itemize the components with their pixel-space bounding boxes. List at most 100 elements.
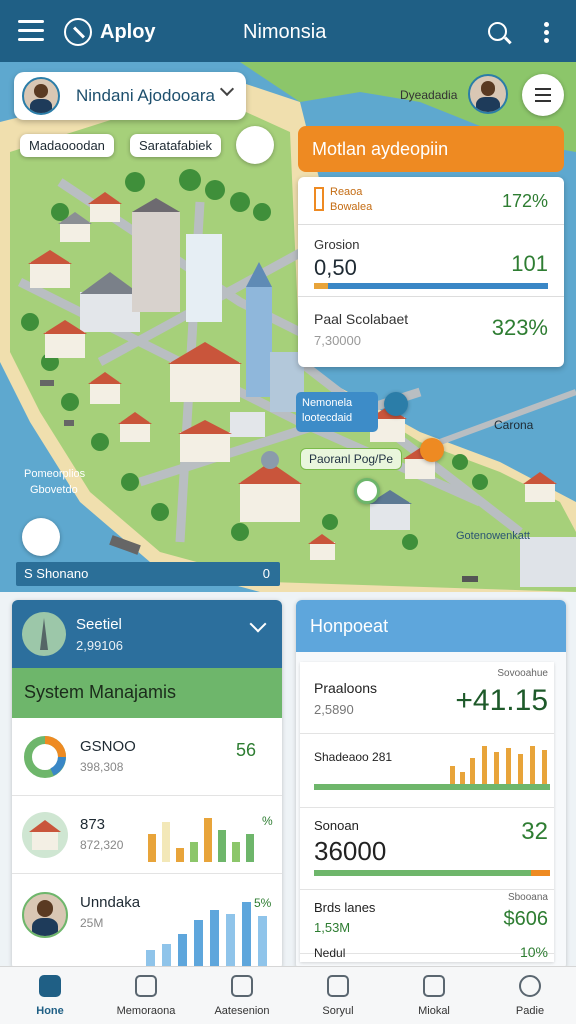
- summary-progress-bar: [314, 870, 550, 876]
- chat-icon: [327, 975, 349, 997]
- overview-header[interactable]: Motlan aydeopiin: [298, 126, 564, 172]
- pin-tag-line2: lootecdaid: [302, 412, 353, 425]
- stats-row: Grosion 0,50 101: [298, 225, 564, 297]
- summary-row-caption: Sbooana: [507, 892, 548, 903]
- nav-soryul[interactable]: Soryul: [290, 973, 386, 1023]
- mini-bar-chart: [148, 818, 254, 862]
- list-item[interactable]: Unndaka 25M 5%: [12, 874, 282, 970]
- tower-icon: [22, 612, 66, 656]
- mini-bar-chart: [450, 746, 547, 788]
- location-name: Nindani Ajodooara: [76, 86, 215, 105]
- pin-tag[interactable]: Nemonela lootecdaid: [296, 392, 378, 432]
- nav-home[interactable]: Hone: [2, 973, 98, 1023]
- search-icon[interactable]: [488, 22, 507, 41]
- top-app-bar: Aploy Nimonsia: [0, 0, 576, 62]
- more-options-icon[interactable]: [544, 22, 549, 46]
- map-label-left-sub: Gbovetdo: [30, 484, 78, 496]
- list-item-sub: 398,308: [80, 760, 124, 774]
- user-avatar[interactable]: [468, 74, 508, 114]
- chevron-down-icon: [219, 81, 235, 97]
- home-icon: [39, 975, 61, 997]
- summary-progress-bar: [314, 784, 550, 790]
- search-pin-icon[interactable]: [420, 438, 444, 462]
- summary-row-sub: 1,53M: [314, 920, 351, 935]
- location-selector[interactable]: Nindani Ajodooara: [14, 72, 246, 120]
- map-zoom-value: 0: [262, 566, 270, 581]
- nav-label: Hone: [36, 1005, 64, 1017]
- system-card-subtitle: 2,99106: [76, 638, 123, 653]
- map-label-bottom-right: Gotenowenkatt: [456, 530, 530, 542]
- system-card: Seetiel 2,99106 System Manajamis GSNOO 3…: [12, 600, 282, 970]
- location-pin-icon[interactable]: [354, 478, 380, 504]
- map-filter-tag[interactable]: Saratafabiek: [130, 134, 221, 157]
- map-label-right: Carona: [494, 418, 534, 432]
- list-item[interactable]: GSNOO 398,308 56: [12, 718, 282, 796]
- chevron-down-icon[interactable]: [249, 615, 267, 633]
- mini-bar-chart: [146, 902, 267, 966]
- profile-icon: [519, 975, 541, 997]
- summary-row[interactable]: Shadeaoo 281: [300, 734, 554, 808]
- app-logo-icon: [64, 18, 92, 46]
- system-section-title: System Manajamis: [12, 668, 282, 718]
- stats-progress-bar: [314, 283, 548, 289]
- bottom-navigation: Hone Memoraona Aatesenion Soryul Miokal …: [0, 966, 576, 1024]
- donut-chart-icon: [24, 736, 66, 778]
- layers-menu-icon[interactable]: [522, 74, 564, 116]
- system-card-title: Seetiel: [76, 616, 122, 633]
- summary-row-caption: Sovooahue: [497, 668, 548, 679]
- stats-row-label: Grosion: [314, 237, 360, 252]
- stats-header-value: 172%: [501, 191, 548, 211]
- map-filter-tag[interactable]: Madaooodan: [20, 134, 114, 157]
- nav-label: Padie: [515, 1005, 545, 1017]
- building-icon: [135, 975, 157, 997]
- summary-row-value: $606: [503, 908, 549, 930]
- summary-row-big: 36000: [314, 836, 387, 866]
- system-card-header[interactable]: Seetiel 2,99106: [12, 600, 282, 668]
- nav-label: Soryul: [322, 1005, 354, 1017]
- summary-row-label: Shadeaoo 281: [314, 750, 393, 764]
- stats-progress-fill: [314, 283, 329, 289]
- nav-label: Aatesenion: [214, 1005, 270, 1017]
- summary-card-title[interactable]: Honpoeat: [296, 600, 566, 652]
- summary-row-value: 10%: [519, 944, 548, 960]
- map-pin-icon[interactable]: [384, 392, 408, 416]
- location-avatar: [22, 77, 60, 115]
- bell-icon: [423, 975, 445, 997]
- menu-icon[interactable]: [18, 20, 44, 42]
- summary-row[interactable]: Nedul 10%: [300, 944, 554, 962]
- stats-row-value: 101: [511, 251, 548, 276]
- list-item-value: 56: [236, 740, 257, 760]
- place-tag[interactable]: Paoranl Pog/Pe: [300, 448, 403, 470]
- page-title: Nimonsia: [243, 21, 327, 43]
- summary-row-sub: 2,5890: [314, 702, 354, 717]
- compass-icon[interactable]: [236, 126, 274, 164]
- map-label-left: Pomeorplios: [24, 468, 86, 480]
- stats-panel: Reaoa Bowalea 172% Grosion 0,50 101 Paal…: [298, 177, 564, 367]
- user-avatar: [22, 892, 68, 938]
- stats-row-sub: 7,30000: [314, 333, 361, 348]
- stats-row-big: 0,50: [314, 255, 357, 280]
- city-map[interactable]: Nindani Ajodooara Madaooodan Saratafabie…: [0, 62, 576, 592]
- summary-row-label: Praaloons: [314, 680, 378, 696]
- summary-panel: Sovooahue Praaloons 2,5890 +41.15 Shadea…: [300, 662, 554, 962]
- nav-memoraona[interactable]: Memoraona: [98, 973, 194, 1023]
- summary-card: Honpoeat Sovooahue Praaloons 2,5890 +41.…: [296, 600, 566, 970]
- list-item-name: 873: [80, 816, 106, 833]
- list-item-value: 5%: [254, 896, 272, 910]
- stats-row-value: 323%: [491, 315, 548, 340]
- leaf-icon[interactable]: [22, 518, 60, 556]
- map-footer-bar: S Shonano 0: [16, 562, 280, 586]
- summary-row[interactable]: Sovooahue Praaloons 2,5890 +41.15: [300, 662, 554, 734]
- summary-row[interactable]: Sbooana Brds lanes 1,53M $606: [300, 890, 554, 954]
- stats-header-line1: Reaoa: [330, 186, 363, 198]
- list-item[interactable]: 873 872,320 %: [12, 796, 282, 874]
- app-name: Aploy: [100, 21, 156, 43]
- nav-miokal[interactable]: Miokal: [386, 973, 482, 1023]
- summary-row[interactable]: Sonoan 36000 32: [300, 808, 554, 890]
- nav-aatesenion[interactable]: Aatesenion: [194, 973, 290, 1023]
- list-item-value: %: [262, 814, 273, 828]
- nav-padie[interactable]: Padie: [482, 973, 576, 1023]
- stats-header-line2: Bowalea: [330, 201, 373, 213]
- stats-row: Paal Scolabaet 7,30000 323%: [298, 297, 564, 367]
- summary-row-label: Brds lanes: [314, 900, 376, 915]
